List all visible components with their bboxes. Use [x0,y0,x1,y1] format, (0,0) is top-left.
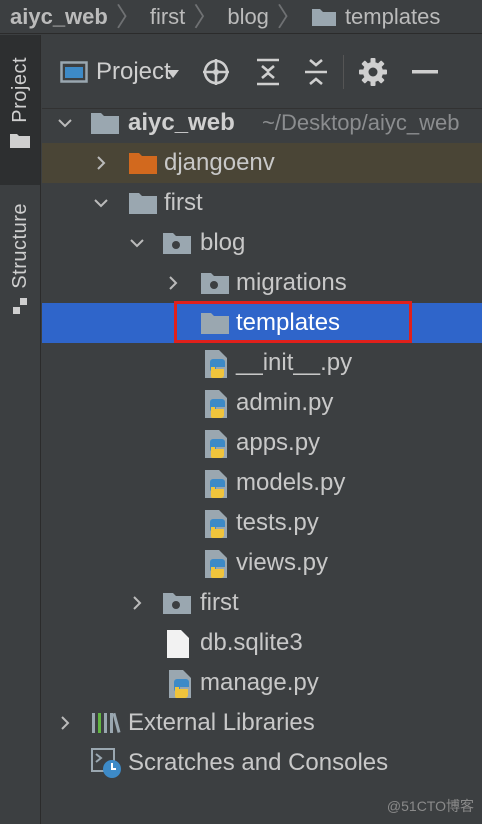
tree-item-label: External Libraries [128,709,315,736]
tree-item-label: models.py [236,469,346,496]
tree-item-label: admin.py [236,389,334,416]
tree-item-label: Scratches and Consoles [128,749,389,776]
locate-icon[interactable] [201,57,231,87]
python-file-icon [205,390,227,418]
tree-row-init-py[interactable]: __init__.py [42,343,482,383]
collapse-all-icon[interactable] [303,57,329,87]
folder-icon [201,313,229,334]
breadcrumb-item-templates-wrap[interactable]: templates [311,4,440,30]
tree-row-first-package[interactable]: first [42,583,482,623]
tree-row-manage-py[interactable]: manage.py [42,663,482,703]
breadcrumb-item-first[interactable]: first [150,4,185,30]
chevron-down-icon[interactable] [94,196,108,210]
tree-row-tests-py[interactable]: tests.py [42,503,482,543]
breadcrumb-separator: 〉 [115,1,142,32]
tree-item-label: first [164,189,203,216]
file-icon [167,630,189,658]
scratches-icon [91,748,121,778]
tree-root-label: aiyc_web [128,109,235,136]
header-divider [342,54,344,89]
chevron-right-icon[interactable] [130,596,144,610]
tree-row-blog[interactable]: blog [42,223,482,263]
tree-item-label: djangoenv [164,149,275,176]
watermark: @51CTO博客 [386,798,474,814]
project-view-selector[interactable]: Project [60,58,181,86]
tree-row-models-py[interactable]: models.py [42,463,482,503]
tab-structure-label: Structure [8,203,31,289]
tree-item-label: blog [200,229,246,256]
tree-row-admin-py[interactable]: admin.py [42,383,482,423]
minimize-icon[interactable] [411,69,438,75]
project-view-label: Project [96,57,171,85]
tab-project-label: Project [8,57,31,123]
tree-row-db-sqlite3[interactable]: db.sqlite3 [42,623,482,663]
expand-all-icon[interactable] [255,57,281,87]
tree-row-first[interactable]: first [42,183,482,223]
folder-icon [311,8,336,26]
tab-structure[interactable]: Structure [0,203,40,343]
python-file-icon [169,670,191,698]
chevron-right-icon[interactable] [58,716,72,730]
python-file-icon [205,350,227,378]
tree-row-scratches-and-consoles[interactable]: Scratches and Consoles [42,743,482,783]
python-file-icon [205,550,227,578]
library-icon [92,712,121,733]
breadcrumb-item-aiyc-web[interactable]: aiyc_web [10,4,108,30]
package-folder-icon [201,273,229,294]
python-file-icon [205,510,227,538]
tree-item-label: first [200,589,239,616]
tree-item-label: manage.py [200,669,319,696]
tree-item-label: templates [236,309,341,336]
excluded-folder-icon [129,153,157,174]
tree-row-apps-py[interactable]: apps.py [42,423,482,463]
structure-icon [13,297,27,314]
package-folder-icon [163,593,191,614]
package-folder-icon [163,233,191,254]
project-folder-icon [10,133,30,148]
tree-row-djangoenv[interactable]: djangoenv [42,143,482,183]
chevron-down-icon[interactable] [130,236,144,250]
tree-item-label: tests.py [236,509,319,536]
tree-item-label: migrations [236,269,347,296]
chevron-right-icon[interactable] [166,276,180,290]
breadcrumb: aiyc_web 〉 first 〉 blog 〉 templates [0,0,482,34]
tree-item-label: __init__.py [236,349,353,376]
folder-icon [129,193,157,214]
tree-item-label: views.py [236,549,329,576]
tree-row-external-libraries[interactable]: External Libraries [42,703,482,743]
gear-icon[interactable] [358,57,388,87]
panel-header: Project [42,35,482,109]
tree-item-label: db.sqlite3 [200,629,303,656]
python-file-icon [205,430,227,458]
tree-row-migrations[interactable]: migrations [42,263,482,303]
breadcrumb-item-templates: templates [344,3,441,29]
tree-row-templates[interactable]: templates [42,303,482,343]
project-view-icon [60,60,88,83]
dropdown-icon [166,69,179,78]
tree-row-root[interactable]: aiyc_web ~/Desktop/aiyc_web [42,103,482,143]
breadcrumb-separator: 〉 [193,1,220,32]
tool-window-strip: Project Structure [0,35,41,824]
breadcrumb-item-blog[interactable]: blog [227,4,269,30]
tree-root-path: ~/Desktop/aiyc_web [262,110,460,135]
python-file-icon [205,470,227,498]
folder-icon [91,113,119,134]
breadcrumb-separator: 〉 [276,1,303,32]
tree-item-label: apps.py [236,429,321,456]
tree-row-views-py[interactable]: views.py [42,543,482,583]
chevron-right-icon[interactable] [94,156,108,170]
tab-project[interactable]: Project [0,35,40,185]
project-panel: Project aiyc_web ~/Desktop/aiyc_web djan… [42,35,482,824]
chevron-down-icon[interactable] [58,116,72,130]
